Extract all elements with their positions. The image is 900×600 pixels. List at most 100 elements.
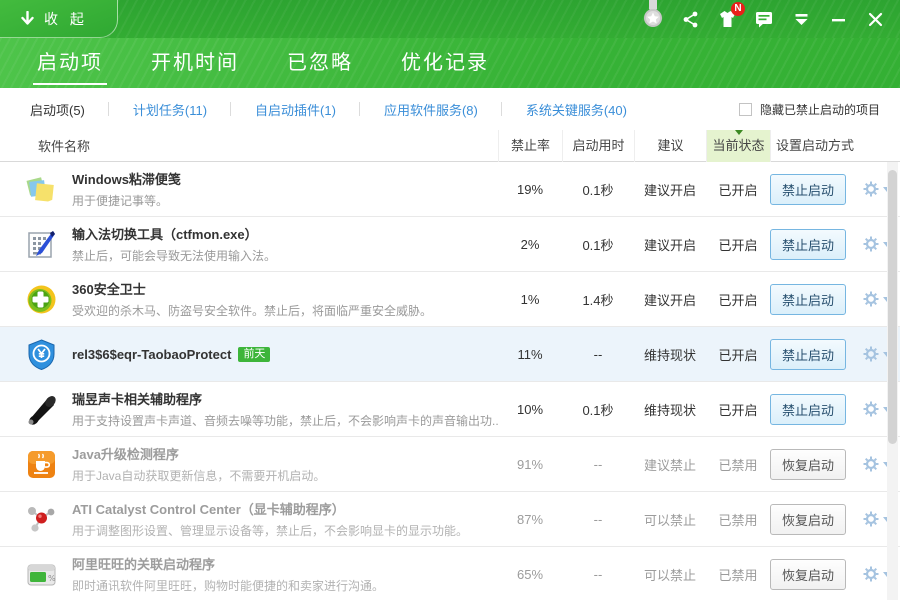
item-description: 用于便捷记事等。	[72, 192, 181, 209]
status-value: 已禁用	[706, 565, 770, 584]
message-icon[interactable]	[753, 6, 775, 32]
tab-boot-time[interactable]: 开机时间	[149, 42, 241, 85]
table-header: 软件名称 禁止率 启动用时 建议 当前状态 设置启动方式	[0, 130, 900, 162]
collapse-button[interactable]: 收 起	[0, 0, 118, 38]
sort-indicator-icon	[735, 130, 743, 135]
share-icon[interactable]	[679, 6, 701, 32]
restore-startup-button[interactable]: 恢复启动	[770, 559, 846, 590]
status-value: 已开启	[706, 290, 770, 309]
suggestion-value: 可以禁止	[634, 510, 706, 529]
header-ban-rate: 禁止率	[498, 130, 562, 162]
disable-startup-button[interactable]: 禁止启动	[770, 284, 846, 315]
suggestion-value: 维持现状	[634, 400, 706, 419]
minimize-button[interactable]	[827, 6, 849, 32]
boot-time-value: --	[562, 457, 634, 472]
hide-disabled-label: 隐藏已禁止启动的项目	[760, 101, 880, 118]
java-icon	[25, 448, 58, 481]
table-row[interactable]: Java升级检测程序 用于Java自动获取更新信息，不需要开机启动。 91% -…	[0, 437, 900, 492]
gear-icon	[862, 235, 880, 253]
item-description: 用于支持设置声卡声道、音频去噪等功能，禁止后，不会影响声卡的声音输出功...	[72, 412, 498, 429]
item-name: ATI Catalyst Control Center（显卡辅助程序）	[72, 499, 468, 518]
suggestion-value: 建议开启	[634, 235, 706, 254]
aliwangwang-icon: %	[25, 558, 58, 591]
subtab-startup[interactable]: 启动项(5)	[30, 100, 109, 119]
collapse-label: 收 起	[44, 9, 88, 29]
sticky-notes-icon	[25, 173, 58, 206]
header-set-startup-mode: 设置启动方式	[770, 130, 900, 162]
subtab-system-services[interactable]: 系统关键服务(40)	[502, 100, 651, 119]
restore-startup-button[interactable]: 恢复启动	[770, 449, 846, 480]
scrollbar-thumb[interactable]	[888, 170, 897, 444]
boot-time-value: --	[562, 512, 634, 527]
startup-items-list: Windows粘滞便笺 用于便捷记事等。 19% 0.1秒 建议开启 已开启 禁…	[0, 162, 900, 600]
titlebar-icons: N	[642, 0, 900, 38]
gear-icon	[862, 455, 880, 473]
ban-rate-value: 91%	[498, 457, 562, 472]
status-value: 已开启	[706, 235, 770, 254]
arrow-down-icon	[20, 11, 35, 27]
header-current-status[interactable]: 当前状态	[706, 130, 770, 162]
gear-icon	[862, 400, 880, 418]
item-name: 输入法切换工具（ctfmon.exe）	[72, 224, 276, 243]
disable-startup-button[interactable]: 禁止启动	[770, 174, 846, 205]
speaker-icon	[25, 393, 58, 426]
suggestion-value: 建议禁止	[634, 455, 706, 474]
disable-startup-button[interactable]: 禁止启动	[770, 229, 846, 260]
table-row-selected[interactable]: rel3$6$eqr-TaobaoProtect 前天 11% -- 维持现状 …	[0, 327, 900, 382]
status-value: 已禁用	[706, 455, 770, 474]
close-button[interactable]	[864, 6, 886, 32]
table-row[interactable]: 输入法切换工具（ctfmon.exe） 禁止后，可能会导致无法使用输入法。 2%…	[0, 217, 900, 272]
table-row[interactable]: 360安全卫士 受欢迎的杀木马、防盗号安全软件。禁止后，将面临严重安全威胁。 1…	[0, 272, 900, 327]
item-name: 瑞昱声卡相关辅助程序	[72, 389, 498, 408]
disable-startup-button[interactable]: 禁止启动	[770, 339, 846, 370]
header-software-name: 软件名称	[0, 136, 498, 155]
boot-time-value: 1.4秒	[562, 290, 634, 309]
hide-disabled-checkbox[interactable]	[739, 103, 752, 116]
item-description: 即时通讯软件阿里旺旺，购物时能便捷的和卖家进行沟通。	[72, 577, 384, 594]
table-row[interactable]: % 阿里旺旺的关联启动程序 即时通讯软件阿里旺旺，购物时能便捷的和卖家进行沟通。…	[0, 547, 900, 600]
item-description: 用于调整图形设置、管理显示设备等，禁止后，不会影响显卡的显示功能。	[72, 522, 468, 539]
suggestion-value: 维持现状	[634, 345, 706, 364]
titlebar: 收 起	[0, 0, 900, 38]
status-value: 已开启	[706, 400, 770, 419]
item-description: 禁止后，可能会导致无法使用输入法。	[72, 247, 276, 264]
sub-nav: 启动项(5) 计划任务(11) 自启动插件(1) 应用软件服务(8) 系统关键服…	[0, 88, 900, 130]
tab-startup-items[interactable]: 启动项	[35, 42, 105, 85]
restore-startup-button[interactable]: 恢复启动	[770, 504, 846, 535]
subtab-autostart-plugins[interactable]: 自启动插件(1)	[231, 100, 360, 119]
ban-rate-value: 2%	[498, 237, 562, 252]
boot-time-value: --	[562, 567, 634, 582]
tshirt-icon[interactable]: N	[716, 6, 738, 32]
recent-badge: 前天	[238, 347, 270, 362]
ban-rate-value: 87%	[498, 512, 562, 527]
disable-startup-button[interactable]: 禁止启动	[770, 394, 846, 425]
hide-disabled-option: 隐藏已禁止启动的项目	[739, 101, 880, 118]
boot-time-value: 0.1秒	[562, 235, 634, 254]
boot-time-value: --	[562, 347, 634, 362]
table-row[interactable]: ATI Catalyst Control Center（显卡辅助程序） 用于调整…	[0, 492, 900, 547]
suggestion-value: 可以禁止	[634, 565, 706, 584]
gear-icon	[862, 565, 880, 583]
ban-rate-value: 65%	[498, 567, 562, 582]
taobao-shield-icon	[25, 338, 58, 371]
boot-time-value: 0.1秒	[562, 400, 634, 419]
medal-icon[interactable]	[642, 0, 664, 32]
svg-text:%: %	[48, 574, 56, 583]
tab-ignored[interactable]: 已忽略	[285, 42, 355, 85]
ban-rate-value: 10%	[498, 402, 562, 417]
header-boot-time: 启动用时	[562, 130, 634, 162]
skin-menu-icon[interactable]	[790, 6, 812, 32]
tab-optimize-history[interactable]: 优化记录	[399, 42, 491, 85]
table-row[interactable]: 瑞昱声卡相关辅助程序 用于支持设置声卡声道、音频去噪等功能，禁止后，不会影响声卡…	[0, 382, 900, 437]
status-value: 已开启	[706, 345, 770, 364]
item-description: 受欢迎的杀木马、防盗号安全软件。禁止后，将面临严重安全威胁。	[72, 302, 432, 319]
boot-time-value: 0.1秒	[562, 180, 634, 199]
ati-molecule-icon	[25, 503, 58, 536]
item-name: 360安全卫士	[72, 279, 432, 298]
item-description: 用于Java自动获取更新信息，不需要开机启动。	[72, 467, 325, 484]
table-row[interactable]: Windows粘滞便笺 用于便捷记事等。 19% 0.1秒 建议开启 已开启 禁…	[0, 162, 900, 217]
subtab-scheduled-tasks[interactable]: 计划任务(11)	[109, 100, 231, 119]
input-method-icon	[25, 228, 58, 261]
subtab-app-services[interactable]: 应用软件服务(8)	[360, 100, 502, 119]
suggestion-value: 建议开启	[634, 290, 706, 309]
